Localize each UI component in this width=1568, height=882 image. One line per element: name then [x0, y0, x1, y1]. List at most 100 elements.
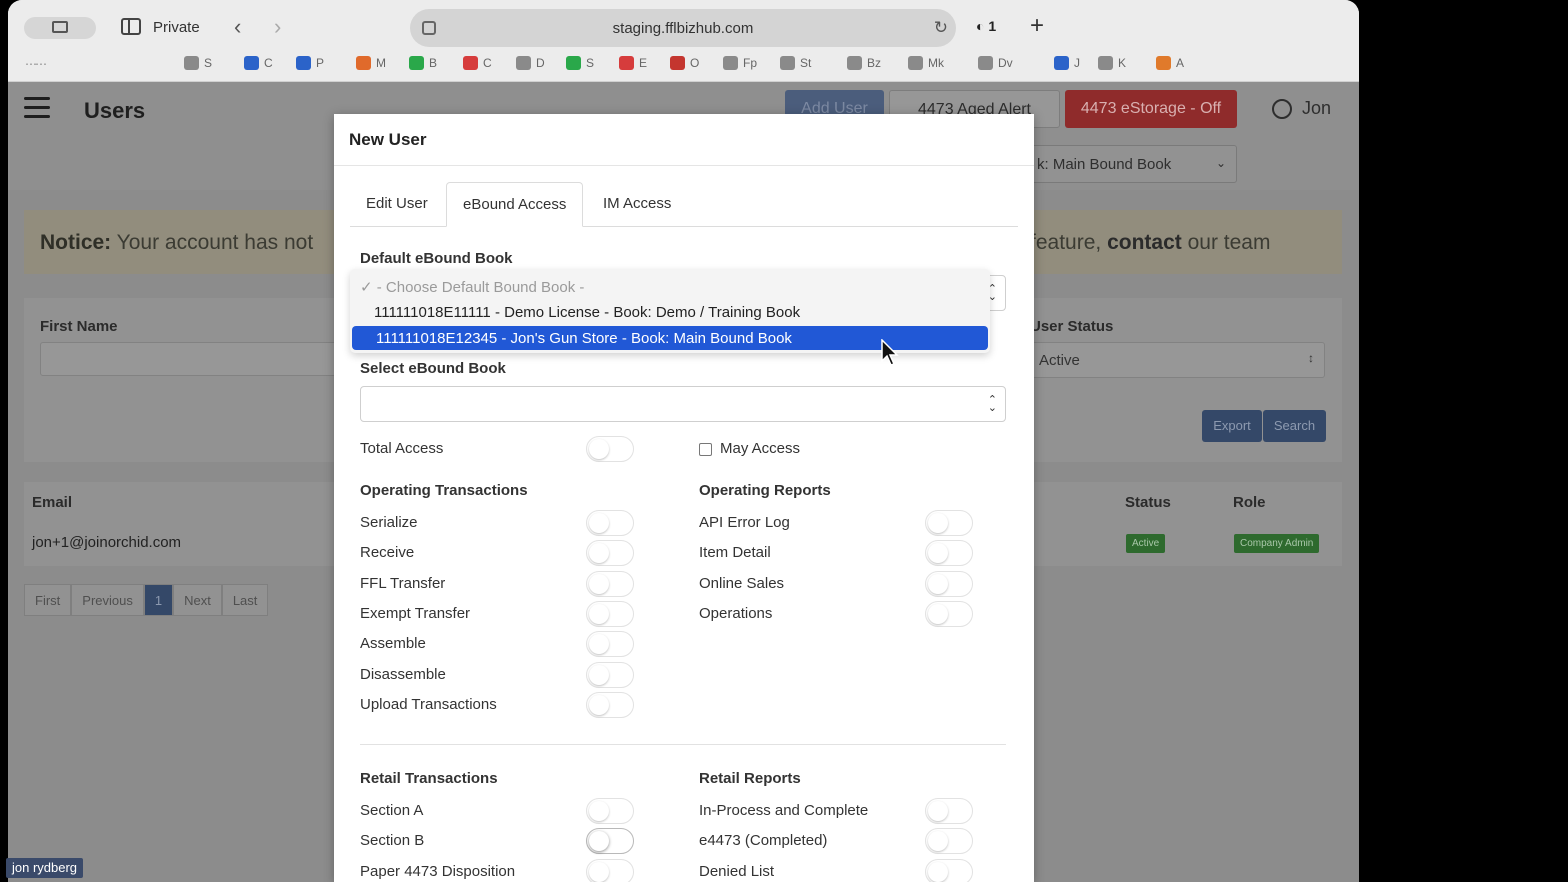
default-book-label: Default eBound Book	[360, 250, 513, 267]
user-status-value: Active	[1039, 352, 1080, 369]
bookmark-item[interactable]: C	[244, 56, 273, 70]
bookmark-item[interactable]: S	[184, 56, 212, 70]
section-divider	[360, 744, 1006, 745]
status-badge: Active	[1126, 534, 1166, 553]
bound-book-select[interactable]: k: Main Bound Book ⌄	[1026, 145, 1237, 183]
bookmark-favicon-icon	[463, 56, 478, 70]
user-status-select[interactable]: Active ↕	[1026, 342, 1325, 378]
bookmark-favicon-icon	[908, 56, 923, 70]
back-icon[interactable]: ‹	[234, 14, 241, 40]
permission-label: Item Detail	[699, 544, 771, 562]
menu-icon[interactable]	[24, 97, 50, 119]
bookmark-favicon-icon	[978, 56, 993, 70]
bookmark-item[interactable]: E	[619, 56, 647, 70]
permission-label: Online Sales	[699, 574, 785, 592]
permission-label: Disassemble	[360, 665, 446, 683]
export-button[interactable]: Export	[1202, 410, 1262, 442]
permission-toggle[interactable]	[925, 798, 973, 824]
tab-edit-user[interactable]: Edit User	[350, 182, 444, 227]
user-menu[interactable]: Jon	[1272, 98, 1331, 119]
permission-label: e4473 (Completed)	[699, 832, 828, 850]
contact-link[interactable]: contact	[1107, 231, 1182, 254]
bookmark-label: P	[316, 56, 325, 70]
bookmark-item[interactable]: A	[1156, 56, 1184, 70]
bookmark-label: J	[1074, 56, 1080, 70]
bookmark-label: E	[639, 56, 648, 70]
user-icon	[1272, 98, 1292, 119]
bookmark-favicon-icon	[780, 56, 795, 70]
bookmark-favicon-icon	[1156, 56, 1171, 70]
bookmark-label: Bz	[867, 56, 882, 70]
pager-previous[interactable]: Previous	[71, 584, 144, 616]
bookmark-item[interactable]: K	[1098, 56, 1126, 70]
tab-overview-button[interactable]	[24, 17, 96, 39]
pager-current[interactable]: 1	[143, 584, 174, 616]
select-book-select[interactable]: ⌃ ⌄	[360, 386, 1006, 422]
permission-toggle[interactable]	[925, 600, 973, 627]
bookmark-item[interactable]: Bz	[847, 56, 881, 70]
permission-toggle[interactable]	[586, 540, 634, 567]
bookmark-label: A	[1176, 56, 1185, 70]
tab-im-access[interactable]: IM Access	[587, 182, 687, 227]
bookmark-favicon-icon	[244, 56, 259, 70]
reload-icon[interactable]: ↻	[934, 18, 948, 38]
permission-toggle[interactable]	[586, 691, 634, 718]
bookmark-favicon-icon	[409, 56, 424, 70]
pager-last[interactable]: Last	[221, 584, 269, 616]
permission-toggle[interactable]	[925, 540, 973, 567]
page-title: Users	[84, 98, 146, 123]
address-bar[interactable]: staging.fflbizhub.com ↻	[410, 9, 956, 47]
bookmark-item[interactable]: D	[516, 56, 545, 70]
permission-label: Section A	[360, 802, 424, 819]
bookmark-item[interactable]: C	[463, 56, 492, 70]
operating-transactions-heading: Operating Transactions	[360, 482, 528, 499]
bookmark-item[interactable]: O	[670, 56, 699, 70]
permission-toggle[interactable]	[586, 600, 634, 627]
user-name: Jon	[1302, 98, 1332, 118]
browser-window: Private ‹ › staging.fflbizhub.com ↻ ◐ 1 …	[8, 0, 1359, 882]
permission-toggle[interactable]	[925, 570, 973, 597]
privacy-shield-icon[interactable]: ◐ 1	[976, 18, 996, 34]
bookmark-item[interactable]: Dv	[978, 56, 1013, 70]
dropdown-option[interactable]: 111111018E11111 - Demo License - Book: D…	[350, 300, 986, 324]
permission-toggle[interactable]	[925, 828, 973, 855]
dropdown-placeholder[interactable]: ✓ - Choose Default Bound Book -	[350, 274, 986, 298]
may-access-checkbox[interactable]	[699, 443, 712, 456]
bookmark-item[interactable]: S	[566, 56, 594, 70]
table-row-email[interactable]: jon+1@joinorchid.com	[32, 534, 181, 551]
bookmark-item[interactable]: P	[296, 56, 324, 70]
new-tab-icon[interactable]: +	[1030, 12, 1044, 40]
bookmark-label: O	[690, 56, 700, 70]
permission-toggle[interactable]	[586, 510, 634, 536]
permission-toggle[interactable]	[586, 570, 634, 597]
permission-toggle[interactable]	[925, 858, 973, 882]
bookmark-favicon-icon	[516, 56, 531, 70]
tab-ebound-access[interactable]: eBound Access	[446, 182, 584, 227]
estorage-button[interactable]: 4473 eStorage - Off	[1065, 90, 1237, 128]
bookmark-item[interactable]: M	[356, 56, 386, 70]
permission-label: Section B	[360, 832, 425, 850]
permission-toggle[interactable]	[925, 510, 973, 536]
pager-first[interactable]: First	[24, 584, 72, 616]
search-button[interactable]: Search	[1263, 410, 1326, 442]
permission-toggle[interactable]	[586, 661, 634, 688]
bookmark-item[interactable]: B	[409, 56, 437, 70]
sidebar-icon[interactable]	[121, 18, 141, 35]
updown-icon: ↕	[1308, 351, 1314, 365]
bookmark-item[interactable]: J	[1054, 56, 1080, 70]
permission-toggle[interactable]	[586, 798, 634, 824]
bookmark-label: K	[1118, 56, 1127, 70]
permission-toggle[interactable]	[586, 858, 634, 882]
first-name-input[interactable]	[40, 342, 340, 376]
bookmark-item[interactable]: Mk	[908, 56, 944, 70]
total-access-toggle[interactable]	[586, 436, 634, 462]
tab-count: 1	[988, 18, 997, 34]
permission-label: Operations	[699, 604, 773, 622]
pager-next[interactable]: Next	[173, 584, 222, 616]
retail-transactions-heading: Retail Transactions	[360, 770, 498, 787]
bookmark-item[interactable]: St	[780, 56, 811, 70]
bookmark-item[interactable]: Fp	[723, 56, 757, 70]
permission-toggle[interactable]	[586, 631, 634, 658]
forward-icon[interactable]: ›	[274, 14, 281, 40]
permission-toggle[interactable]	[586, 828, 634, 855]
